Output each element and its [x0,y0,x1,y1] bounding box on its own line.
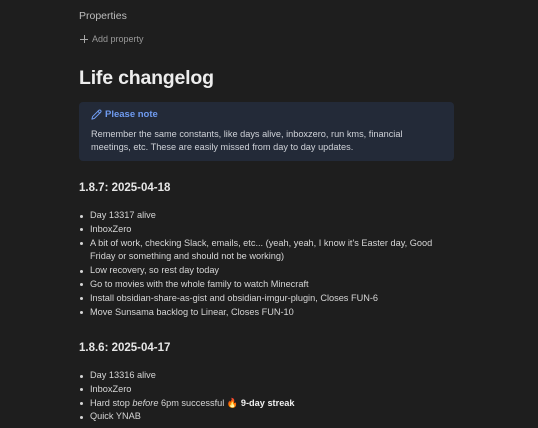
pencil-icon [91,109,102,120]
plus-icon [80,35,88,43]
item-text: Hard stop [90,397,133,408]
list-item[interactable]: Hard stop before 6pm successful 🔥 9-day … [79,397,454,411]
changelog-list: Day 13316 alive InboxZero Hard stop befo… [79,369,454,424]
list-item[interactable]: Go to movies with the whole family to wa… [79,278,454,292]
list-item[interactable]: Quick YNAB [79,410,454,424]
section-heading[interactable]: 1.8.7: 2025-04-18 [79,182,170,194]
item-emphasis: before [132,397,159,408]
list-item[interactable]: A bit of work, checking Slack, emails, e… [79,237,454,265]
list-item[interactable]: Low recovery, so rest day today [79,264,454,278]
page-title[interactable]: Life changelog [79,67,214,90]
item-strong: 9-day streak [240,397,295,408]
callout-title: Please note [105,109,158,120]
list-item[interactable]: InboxZero [79,383,454,397]
add-property-button[interactable]: Add property [80,34,144,44]
list-item[interactable]: InboxZero [79,223,454,237]
list-item[interactable]: Day 13317 alive [79,209,454,223]
fire-icon: 🔥 [226,397,239,408]
properties-heading[interactable]: Properties [79,10,127,22]
item-text: 6pm successful [158,397,227,408]
list-item[interactable]: Install obsidian-share-as-gist and obsid… [79,292,454,306]
callout-body: Remember the same constants, like days a… [91,129,403,152]
add-property-label: Add property [92,34,144,44]
list-item[interactable]: Day 13316 alive [79,369,454,383]
callout-header: Please note [91,109,442,120]
note-callout: Please note Remember the same constants,… [79,102,454,161]
list-item[interactable]: Move Sunsama backlog to Linear, Closes F… [79,306,454,320]
changelog-list: Day 13317 alive InboxZero A bit of work,… [79,209,454,319]
section-heading[interactable]: 1.8.6: 2025-04-17 [79,342,170,354]
